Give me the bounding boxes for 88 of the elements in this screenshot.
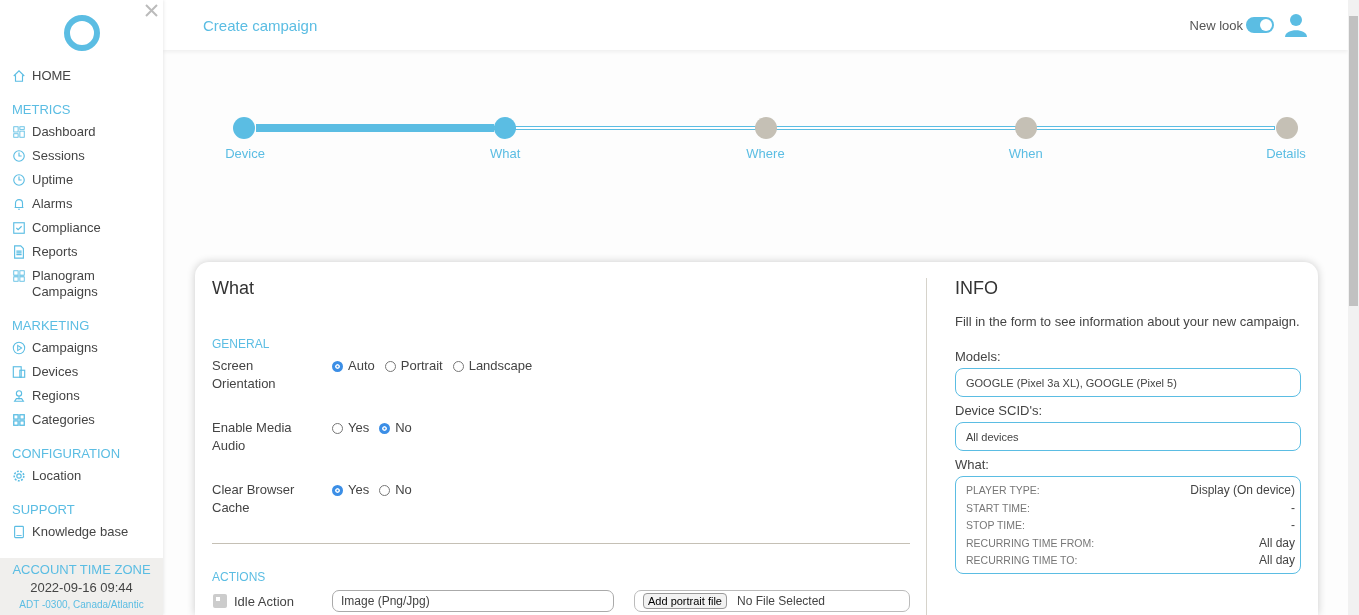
field-label: What: — [955, 457, 990, 472]
nav-item[interactable]: Dashboard — [12, 120, 151, 144]
radio-option[interactable]: Auto — [332, 357, 375, 375]
radio-option[interactable]: No — [379, 481, 412, 499]
play-icon — [12, 341, 26, 355]
section-heading: ACTIONS — [212, 570, 267, 584]
file-input[interactable]: Add portrait file No File Selected — [634, 590, 910, 612]
radio-option[interactable]: Portrait — [384, 357, 443, 375]
document-icon — [12, 245, 26, 259]
section-heading: MARKETING — [12, 318, 91, 334]
info-title: INFO — [955, 278, 999, 299]
section-heading: METRICS — [12, 102, 72, 118]
field-label: Models: — [955, 349, 1002, 364]
idle-action-select[interactable]: Image (Png/Jpg) — [332, 590, 614, 612]
radio-option[interactable]: Yes — [332, 419, 370, 437]
step-label: What — [489, 146, 522, 161]
nav-item[interactable]: Alarms — [12, 192, 151, 216]
field-label: Idle Action — [234, 593, 294, 609]
form-title: What — [212, 278, 255, 299]
grid-icon — [12, 269, 26, 283]
step-label: Details — [1265, 146, 1307, 161]
models-field: GOOGLE (Pixel 3a XL), GOOGLE (Pixel 5) — [955, 368, 1301, 397]
radio-option[interactable]: Yes — [332, 481, 370, 499]
summary-value: All day — [1258, 552, 1295, 569]
section-heading: SUPPORT — [12, 502, 76, 518]
step-dot[interactable] — [1015, 117, 1038, 139]
summary-key: RECURRING TIME TO: — [966, 552, 1078, 570]
home-icon — [12, 69, 26, 83]
add-file-button[interactable]: Add portrait file — [643, 593, 727, 609]
image-icon — [212, 593, 228, 609]
user-icon[interactable] — [1284, 13, 1308, 37]
nav-item[interactable]: Devices — [12, 360, 151, 384]
nav-item[interactable]: Reports — [12, 240, 151, 264]
new-look-label: New look — [1189, 17, 1243, 33]
nav-item[interactable]: Sessions — [12, 144, 151, 168]
section-heading: CONFIGURATION — [12, 446, 122, 462]
grid-icon — [12, 413, 26, 427]
step-dot[interactable] — [233, 117, 255, 139]
timezone-name: ADT -0300, Canada/Atlantic — [18, 599, 145, 610]
field-label: Clear Browser Cache — [212, 481, 296, 517]
step-label: Device — [224, 146, 266, 161]
pin-icon — [12, 389, 26, 403]
nav-item[interactable]: HOME — [12, 64, 151, 88]
section-heading: GENERAL — [212, 337, 271, 351]
summary-key: RECURRING TIME FROM: — [966, 534, 1095, 552]
radio-option[interactable]: Landscape — [452, 357, 533, 375]
nav-item[interactable]: Campaigns — [12, 336, 151, 360]
new-look-toggle[interactable] — [1246, 17, 1274, 33]
history-icon — [12, 149, 26, 163]
book-icon — [12, 525, 26, 539]
summary-key: PLAYER TYPE: — [966, 482, 1040, 500]
file-status: No File Selected — [737, 594, 826, 608]
field-label: Device SCID's: — [955, 403, 1043, 418]
nav-item[interactable]: Planogram Campaigns — [12, 264, 151, 304]
dashboard-icon — [12, 125, 26, 139]
clock-icon — [12, 173, 26, 187]
summary-value: All day — [1258, 534, 1295, 552]
checkbox-icon — [12, 221, 26, 235]
summary-key: START TIME: — [966, 499, 1030, 517]
nav-item[interactable]: Uptime — [12, 168, 151, 192]
summary-value: - — [1291, 517, 1295, 534]
gear-icon — [12, 469, 26, 483]
close-icon[interactable] — [145, 4, 158, 17]
nav-item[interactable]: Categories — [12, 408, 151, 432]
scids-field: All devices — [955, 422, 1301, 451]
summary-value: Display (On device) — [1190, 482, 1295, 499]
page-title: Create campaign — [203, 16, 319, 34]
nav-item[interactable]: Location — [12, 464, 151, 488]
summary-key: STOP TIME: — [966, 517, 1025, 535]
info-text: Fill in the form to see information about your new campaign. — [955, 313, 1301, 331]
ring-logo — [62, 14, 101, 52]
field-label: Enable Media Audio — [212, 419, 293, 455]
timezone-title: ACCOUNT TIME ZONE — [11, 562, 152, 577]
radio-option[interactable]: No — [379, 419, 412, 437]
devices-icon — [12, 365, 26, 379]
step-label: When — [1007, 146, 1044, 161]
field-label: Screen Orientation — [212, 357, 277, 393]
bell-icon — [12, 197, 26, 211]
nav-item[interactable]: Regions — [12, 384, 151, 408]
scrollbar[interactable] — [1348, 0, 1359, 615]
timezone-datetime: 2022-09-16 09:44 — [29, 580, 134, 595]
nav-item[interactable]: Knowledge base — [12, 520, 151, 544]
step-label: Where — [745, 146, 786, 161]
summary-value: - — [1291, 499, 1295, 517]
step-dot[interactable] — [1276, 117, 1298, 139]
step-dot[interactable] — [493, 117, 516, 139]
nav-item[interactable]: Compliance — [12, 216, 151, 240]
step-dot[interactable] — [754, 117, 777, 139]
